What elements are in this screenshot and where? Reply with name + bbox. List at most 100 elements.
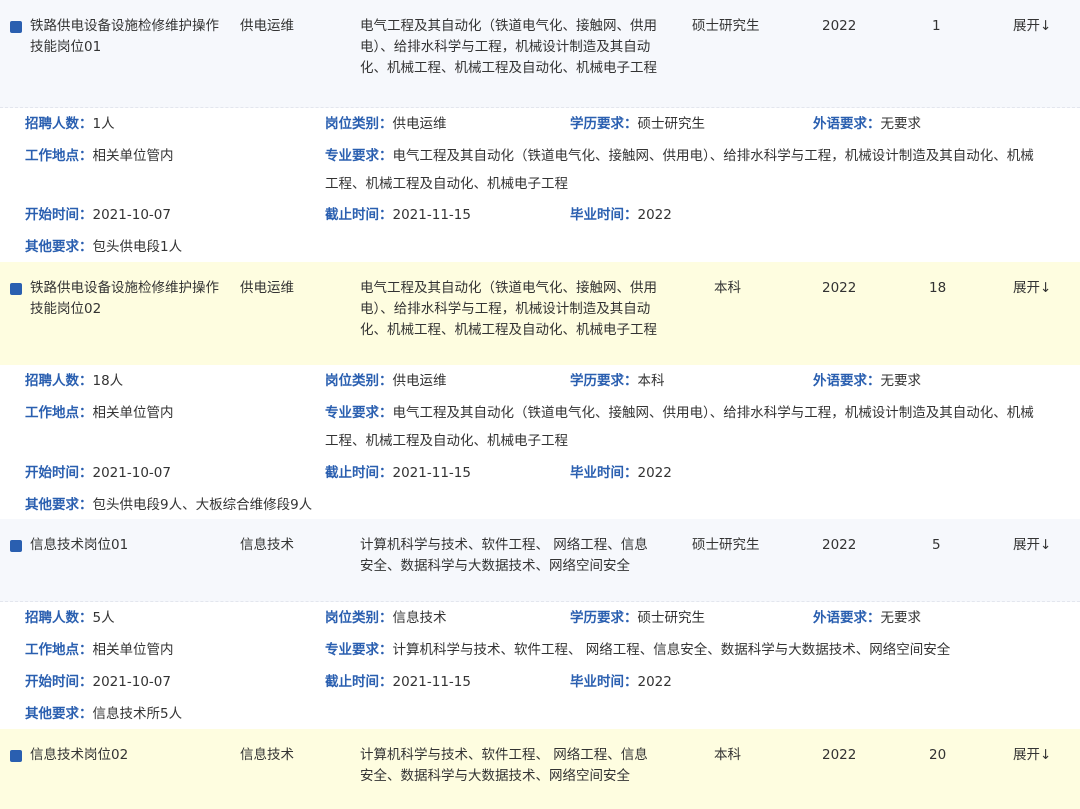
detail-value: 无要求 [880, 610, 922, 626]
detail-value: 2022 [637, 465, 672, 481]
job-row[interactable]: 铁路供电设备设施检修维护操作技能岗位02 供电运维 电气工程及其自动化（铁道电气… [0, 262, 1080, 365]
detail-value: 电气工程及其自动化（铁道电气化、接触网、供用电）、给排水科学与工程，机械设计制造… [325, 148, 1034, 192]
job-detail: 招聘人数：5人 岗位类别：信息技术 学历要求：硕士研究生 外语要求：无要求 工作… [0, 602, 1080, 729]
expand-link[interactable]: 展开↓ [1013, 16, 1073, 37]
job-detail: 招聘人数：18人 岗位类别：供电运维 学历要求：本科 外语要求：无要求 工作地点… [0, 365, 1080, 519]
square-bullet-icon [10, 283, 22, 295]
detail-value: 包头供电段9人、大板综合维修段9人 [92, 497, 313, 513]
detail-label: 截止时间： [325, 465, 393, 481]
job-row[interactable]: 信息技术岗位01 信息技术 计算机科学与技术、软件工程、 网络工程、信息安全、数… [0, 519, 1080, 602]
job-count: 20 [929, 747, 947, 763]
job-name: 信息技术岗位01 [30, 537, 129, 553]
detail-label: 招聘人数： [25, 116, 93, 132]
job-major: 电气工程及其自动化（铁道电气化、接触网、供用电）、给排水科学与工程，机械设计制造… [360, 18, 657, 76]
detail-label: 毕业时间： [570, 465, 638, 481]
detail-label: 毕业时间： [570, 674, 638, 690]
detail-label: 专业要求： [325, 405, 393, 421]
job-list: 铁路供电设备设施检修维护操作技能岗位01 供电运维 电气工程及其自动化（铁道电气… [0, 0, 1080, 809]
job-education: 本科 [714, 747, 741, 763]
detail-label: 工作地点： [25, 148, 93, 164]
detail-value: 信息技术 [392, 610, 447, 626]
detail-value: 5人 [92, 610, 115, 626]
job-major: 计算机科学与技术、软件工程、 网络工程、信息安全、数据科学与大数据技术、网络空间… [360, 747, 648, 784]
detail-value: 1人 [92, 116, 115, 132]
detail-label: 岗位类别： [325, 373, 393, 389]
detail-value: 本科 [637, 373, 665, 389]
detail-value: 2022 [637, 207, 672, 223]
detail-label: 岗位类别： [325, 116, 393, 132]
job-name: 铁路供电设备设施检修维护操作技能岗位02 [30, 280, 219, 317]
detail-label: 开始时间： [25, 674, 93, 690]
job-count: 1 [932, 18, 941, 34]
expand-link[interactable]: 展开↓ [1013, 535, 1073, 556]
job-education: 硕士研究生 [692, 18, 760, 34]
detail-value: 相关单位管内 [92, 405, 174, 421]
detail-value: 硕士研究生 [637, 116, 706, 132]
job-category: 信息技术 [240, 537, 294, 553]
job-name: 信息技术岗位02 [30, 747, 129, 763]
detail-value: 电气工程及其自动化（铁道电气化、接触网、供用电）、给排水科学与工程，机械设计制造… [325, 405, 1034, 449]
detail-value: 2021-11-15 [392, 207, 471, 223]
detail-value: 2021-11-15 [392, 465, 471, 481]
square-bullet-icon [10, 540, 22, 552]
detail-value: 信息技术所5人 [92, 706, 183, 722]
detail-value: 2021-10-07 [92, 207, 171, 223]
detail-label: 学历要求： [570, 610, 638, 626]
job-count: 5 [932, 537, 941, 553]
job-year: 2022 [822, 537, 857, 553]
detail-label: 截止时间： [325, 674, 393, 690]
detail-value: 2021-11-15 [392, 674, 471, 690]
detail-label: 开始时间： [25, 465, 93, 481]
detail-label: 专业要求： [325, 642, 393, 658]
detail-value: 2021-10-07 [92, 674, 171, 690]
detail-value: 无要求 [880, 373, 922, 389]
expand-link[interactable]: 展开↓ [1013, 278, 1073, 299]
job-name-cell: 信息技术岗位02 [10, 745, 220, 766]
job-name-cell: 信息技术岗位01 [10, 535, 220, 556]
detail-value: 供电运维 [392, 116, 447, 132]
detail-value: 硕士研究生 [637, 610, 706, 626]
detail-label: 截止时间： [325, 207, 393, 223]
detail-label: 工作地点： [25, 405, 93, 421]
square-bullet-icon [10, 21, 22, 33]
detail-label: 外语要求： [813, 373, 881, 389]
detail-value: 包头供电段1人 [92, 239, 183, 255]
job-row[interactable]: 铁路供电设备设施检修维护操作技能岗位01 供电运维 电气工程及其自动化（铁道电气… [0, 0, 1080, 108]
job-year: 2022 [822, 280, 857, 296]
job-category: 信息技术 [240, 747, 294, 763]
detail-label: 开始时间： [25, 207, 93, 223]
job-education: 本科 [714, 280, 741, 296]
detail-label: 学历要求： [570, 116, 638, 132]
job-row[interactable]: 信息技术岗位02 信息技术 计算机科学与技术、软件工程、 网络工程、信息安全、数… [0, 729, 1080, 809]
job-major: 计算机科学与技术、软件工程、 网络工程、信息安全、数据科学与大数据技术、网络空间… [360, 537, 648, 574]
detail-value: 相关单位管内 [92, 148, 174, 164]
detail-value: 供电运维 [392, 373, 447, 389]
detail-value: 2022 [637, 674, 672, 690]
detail-label: 外语要求： [813, 116, 881, 132]
job-name-cell: 铁路供电设备设施检修维护操作技能岗位02 [10, 278, 220, 320]
detail-label: 岗位类别： [325, 610, 393, 626]
detail-label: 毕业时间： [570, 207, 638, 223]
job-detail: 招聘人数：1人 岗位类别：供电运维 学历要求：硕士研究生 外语要求：无要求 工作… [0, 108, 1080, 262]
detail-label: 外语要求： [813, 610, 881, 626]
detail-value: 计算机科学与技术、软件工程、 网络工程、信息安全、数据科学与大数据技术、网络空间… [392, 642, 951, 658]
job-category: 供电运维 [240, 280, 294, 296]
job-year: 2022 [822, 747, 857, 763]
detail-label: 招聘人数： [25, 373, 93, 389]
job-name-cell: 铁路供电设备设施检修维护操作技能岗位01 [10, 16, 220, 58]
expand-link[interactable]: 展开↓ [1013, 745, 1073, 766]
detail-value: 相关单位管内 [92, 642, 174, 658]
detail-value: 2021-10-07 [92, 465, 171, 481]
job-education: 硕士研究生 [692, 537, 760, 553]
detail-label: 学历要求： [570, 373, 638, 389]
job-category: 供电运维 [240, 18, 294, 34]
detail-label: 其他要求： [25, 706, 93, 722]
detail-value: 18人 [92, 373, 124, 389]
job-count: 18 [929, 280, 947, 296]
job-name: 铁路供电设备设施检修维护操作技能岗位01 [30, 18, 219, 55]
detail-label: 其他要求： [25, 497, 93, 513]
detail-value: 无要求 [880, 116, 922, 132]
detail-label: 工作地点： [25, 642, 93, 658]
job-major: 电气工程及其自动化（铁道电气化、接触网、供用电）、给排水科学与工程，机械设计制造… [360, 280, 657, 338]
detail-label: 招聘人数： [25, 610, 93, 626]
